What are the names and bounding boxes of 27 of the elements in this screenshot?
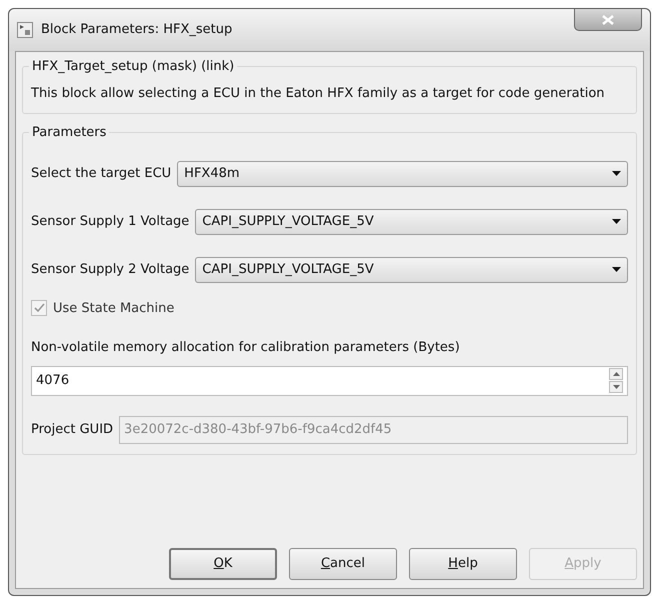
group-title: HFX_Target_setup (mask) (link) [29, 57, 238, 76]
dropdown[interactable]: CAPI_SUPPLY_VOLTAGE_5V [195, 256, 628, 283]
block-icon [17, 22, 33, 38]
spin-up-button[interactable] [609, 368, 623, 380]
spin-down-button[interactable] [609, 381, 623, 394]
dropdown-arrow-icon [612, 171, 621, 176]
up-arrow-icon [612, 372, 620, 376]
dropdown[interactable]: HFX48m [177, 160, 628, 187]
field-label: Non-volatile memory allocation for calibration parameters (Bytes) [31, 339, 461, 358]
field-label: Project GUID [31, 420, 114, 439]
checkbox-label: Use State Machine [53, 300, 174, 318]
dialog-button[interactable]: Help [409, 548, 517, 580]
field-label: Select the target ECU [31, 164, 172, 183]
dropdown[interactable]: CAPI_SUPPLY_VOLTAGE_5V [195, 208, 628, 235]
close-button[interactable] [574, 9, 642, 31]
field-label: Sensor Supply 2 Voltage [31, 260, 190, 279]
dropdown-arrow-icon [612, 219, 621, 224]
close-icon [602, 14, 614, 24]
field-label: Sensor Supply 1 Voltage [31, 212, 190, 231]
window-title: Block Parameters: HFX_setup [41, 21, 232, 40]
dialog-button[interactable]: OK [169, 548, 277, 580]
number-field[interactable]: 4076 [31, 366, 628, 396]
check-icon [34, 303, 44, 314]
down-arrow-icon [612, 385, 620, 390]
description-text: This block allow selecting a ECU in the Eaton HFX family as a target for code generation [31, 85, 606, 103]
dropdown-arrow-icon [612, 267, 621, 272]
dialog-button[interactable]: Cancel [289, 548, 397, 580]
